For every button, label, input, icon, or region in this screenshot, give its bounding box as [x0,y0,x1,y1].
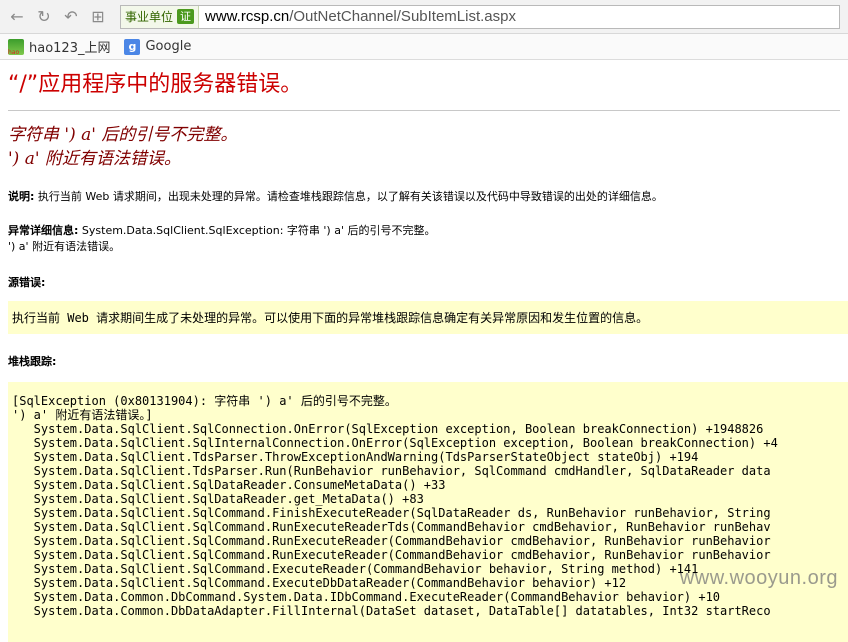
bookmarks-bar: hao123_上网 g Google [0,34,848,60]
divider [8,110,840,111]
url-path: /OutNetChannel/SubItemList.aspx [289,8,516,25]
source-error-heading: 源错误: [8,275,840,291]
stack-trace-heading: 堆栈跟踪: [8,354,840,370]
stack-line: System.Data.SqlClient.SqlCommand.FinishE… [12,506,771,520]
description-label: 说明: [8,190,35,203]
stack-line: System.Data.SqlClient.TdsParser.ThrowExc… [12,450,699,464]
exception-text-2: ') a' 附近有语法错误。 [8,240,121,253]
stack-line: System.Data.Common.DbDataAdapter.FillInt… [12,604,771,618]
stack-line: System.Data.SqlClient.SqlConnection.OnEr… [12,422,764,436]
stack-trace-box[interactable]: [SqlException (0x80131904): 字符串 ') a' 后的… [8,382,848,642]
org-label: 事业单位 [125,10,174,24]
exception-details: 异常详细信息: System.Data.SqlClient.SqlExcepti… [8,223,840,255]
stack-line: System.Data.SqlClient.SqlCommand.RunExec… [12,534,771,548]
watermark: www.wooyun.org [679,567,838,589]
exception-label: 异常详细信息: [8,224,79,237]
stack-line: System.Data.SqlClient.SqlInternalConnect… [12,436,778,450]
error-line-1: 字符串 ') a' 后的引号不完整。 [8,125,238,145]
page-title: “/”应用程序中的服务器错误。 [8,72,303,97]
stack-line: System.Data.SqlClient.SqlDataReader.get_… [12,492,424,506]
bookmark-hao123[interactable]: hao123_上网 [8,37,110,56]
stack-trace-label: 堆栈跟踪: [8,355,57,368]
url-host: www.rcsp.cn [205,8,290,25]
source-error-box: 执行当前 Web 请求期间生成了未处理的异常。可以使用下面的异常堆栈跟踪信息确定… [8,301,848,334]
description-text: 执行当前 Web 请求期间，出现未处理的异常。请检查堆栈跟踪信息，以了解有关该错… [34,190,663,203]
bookmark-label: hao123_上网 [29,41,111,56]
org-certificate[interactable]: 事业单位 证 [121,5,200,28]
refresh-icon[interactable]: ↻ [33,6,55,28]
source-error-label: 源错误: [8,276,46,289]
google-icon: g [124,38,141,55]
stack-line: System.Data.SqlClient.SqlCommand.RunExec… [12,520,771,534]
browser-toolbar: ← ↻ ↶ ⊞ 事业单位 证 www.rcsp.cn/OutNetChannel… [0,0,848,34]
exception-text: System.Data.SqlClient.SqlException: 字符串 … [78,224,436,237]
stack-line: [SqlException (0x80131904): 字符串 ') a' 后的… [12,394,397,408]
description: 说明: 执行当前 Web 请求期间，出现未处理的异常。请检查堆栈跟踪信息，以了解… [8,189,840,205]
page-content: “/”应用程序中的服务器错误。 字符串 ') a' 后的引号不完整。 ') a'… [0,70,848,642]
address-bar[interactable]: 事业单位 证 www.rcsp.cn/OutNetChannel/SubItem… [120,4,840,29]
stack-line: System.Data.SqlClient.SqlDataReader.Cons… [12,478,446,492]
url-text[interactable]: www.rcsp.cn/OutNetChannel/SubItemList.as… [205,8,516,25]
grid-icon[interactable]: ⊞ [87,6,109,28]
stack-line: System.Data.SqlClient.TdsParser.Run(RunB… [12,464,771,478]
hao123-icon [8,38,24,56]
bookmark-google[interactable]: g Google [124,38,192,55]
org-badge: 证 [177,9,195,24]
error-line-2: ') a' 附近有语法错误。 [8,149,181,169]
error-message: 字符串 ') a' 后的引号不完整。 ') a' 附近有语法错误。 [8,123,840,171]
back-icon[interactable]: ← [6,6,28,28]
stack-line: System.Data.SqlClient.SqlCommand.RunExec… [12,548,771,562]
undo-icon[interactable]: ↶ [60,6,82,28]
stack-line: ') a' 附近有语法错误。] [12,408,153,422]
bookmark-label: Google [145,39,192,54]
